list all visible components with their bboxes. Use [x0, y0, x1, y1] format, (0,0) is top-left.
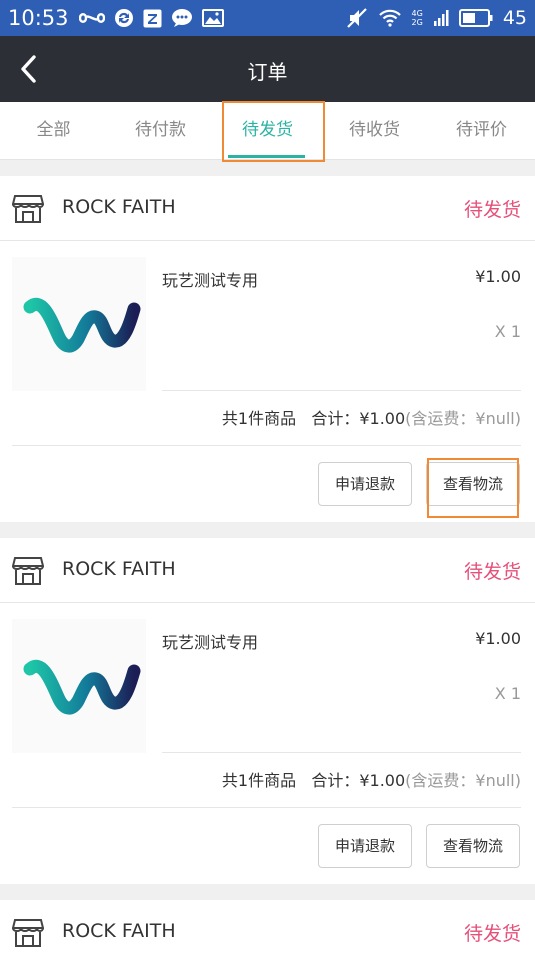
- view-logistics-button[interactable]: 查看物流: [426, 824, 520, 868]
- goods-quantity: X 1: [494, 684, 521, 703]
- highlight-box-tab: [222, 101, 325, 162]
- order-header: ROCK FAITH 待发货: [0, 176, 535, 241]
- order-status: 待发货: [463, 199, 521, 221]
- page-title: 订单: [247, 60, 288, 84]
- status-time: 10:53: [8, 6, 69, 30]
- order-status: 待发货: [463, 561, 521, 583]
- battery-icon: [458, 9, 493, 27]
- product-thumbnail[interactable]: [12, 257, 146, 391]
- store-icon: [12, 195, 44, 223]
- signal-icon: 4G 2G: [412, 9, 423, 27]
- order-summary: 共1件商品 合计：¥1.00(含运费：¥null): [0, 391, 535, 446]
- shipping-fee: (含运费：¥null): [405, 409, 521, 428]
- highlight-box-logistics: [427, 458, 519, 518]
- infinity-icon: [78, 13, 105, 23]
- refund-button[interactable]: 申请退款: [318, 462, 412, 506]
- goods-item[interactable]: 玩艺测试专用 ¥1.00 X 1: [0, 241, 535, 391]
- tab-all[interactable]: 全部: [0, 102, 107, 160]
- network-2g: 2G: [411, 18, 423, 27]
- order-status: 待发货: [463, 923, 521, 945]
- battery-level: 45: [502, 7, 527, 29]
- store-name[interactable]: ROCK FAITH: [62, 920, 176, 942]
- order-header: ROCK FAITH 待发货: [0, 900, 535, 959]
- goods-item[interactable]: 玩艺测试专用 ¥1.00 X 1: [0, 603, 535, 753]
- signal-bars-icon: [433, 10, 449, 26]
- w-logo-icon: [23, 660, 141, 715]
- refund-button[interactable]: 申请退款: [318, 824, 412, 868]
- wifi-icon: [378, 9, 401, 27]
- z-app-icon: [143, 9, 162, 27]
- mute-icon: [346, 8, 367, 28]
- goods-count: 共1件商品: [221, 409, 297, 428]
- nav-bar: 订单: [0, 36, 535, 102]
- tab-pending-payment[interactable]: 待付款: [107, 102, 214, 160]
- order-card: ROCK FAITH 待发货: [0, 900, 535, 959]
- goods-quantity: X 1: [494, 322, 521, 341]
- shipping-fee: (含运费：¥null): [405, 771, 521, 790]
- store-name[interactable]: ROCK FAITH: [62, 196, 176, 218]
- network-4g: 4G: [411, 9, 423, 18]
- goods-name: 玩艺测试专用: [162, 633, 259, 652]
- goods-name: 玩艺测试专用: [162, 271, 259, 290]
- store-name[interactable]: ROCK FAITH: [62, 558, 176, 580]
- tab-pending-receipt[interactable]: 待收货: [321, 102, 428, 160]
- order-actions: 申请退款 查看物流: [0, 808, 535, 884]
- order-total: 合计：¥1.00: [311, 409, 406, 428]
- tab-pending-review[interactable]: 待评价: [428, 102, 535, 160]
- order-card: ROCK FAITH 待发货 玩艺测试专用 ¥1.00 X 1 共1件商品 合计…: [0, 538, 535, 884]
- status-bar: 10:53 4G 2G 45: [0, 0, 535, 36]
- order-header: ROCK FAITH 待发货: [0, 538, 535, 603]
- store-icon: [12, 557, 44, 585]
- goods-price: ¥1.00: [475, 629, 521, 648]
- gallery-icon: [201, 9, 224, 27]
- order-summary: 共1件商品 合计：¥1.00(含运费：¥null): [0, 753, 535, 808]
- sync-icon: [114, 9, 133, 27]
- w-logo-icon: [23, 298, 141, 353]
- goods-price: ¥1.00: [475, 267, 521, 286]
- store-icon: [12, 919, 44, 947]
- goods-count: 共1件商品: [221, 771, 297, 790]
- product-thumbnail[interactable]: [12, 619, 146, 753]
- wechat-icon: [171, 9, 192, 27]
- order-total: 合计：¥1.00: [311, 771, 406, 790]
